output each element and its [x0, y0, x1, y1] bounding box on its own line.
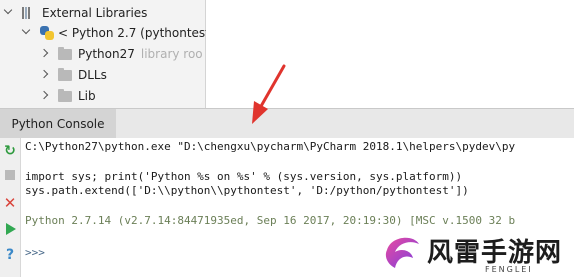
watermark-text: 风雷手游网 — [427, 238, 563, 268]
tree-item-dlls[interactable]: DLLs — [40, 64, 107, 86]
tree-item-external-libraries[interactable]: External Libraries — [4, 2, 147, 24]
help-icon[interactable]: ? — [3, 248, 17, 262]
chevron-right-icon[interactable] — [40, 49, 50, 59]
tree-item-label: Python27 — [78, 47, 135, 61]
watermark-subtext: FENGLEI — [485, 265, 533, 274]
tree-item-label: < Python 2.7 (pythontest — [58, 26, 210, 40]
tree-item-suffix: library roo — [140, 47, 203, 61]
console-toolbar: ↻ ✕ ? — [0, 138, 21, 277]
stop-icon[interactable] — [3, 168, 17, 182]
chevron-down-icon[interactable] — [4, 8, 14, 18]
console-header: Python Console — [0, 108, 574, 140]
editor-area[interactable] — [206, 0, 574, 108]
tree-item-label: Lib — [78, 89, 96, 103]
watermark-logo-icon — [385, 237, 419, 268]
console-line: sys.path.extend(['D:\\python\\pythontest… — [25, 184, 469, 197]
rerun-icon[interactable]: ↻ — [3, 144, 17, 158]
folder-icon — [58, 88, 72, 102]
chevron-down-icon[interactable] — [22, 28, 32, 38]
library-icon — [22, 7, 36, 19]
tree-item-lib[interactable]: Lib — [40, 85, 96, 107]
project-tree: External Libraries < Python 2.7 (pythont… — [0, 0, 574, 108]
tree-item-python-sdk[interactable]: < Python 2.7 (pythontest — [22, 22, 210, 44]
console-line: import sys; print('Python %s on %s' % (s… — [25, 170, 463, 183]
console-line: C:\Python27\python.exe "D:\chengxu\pycha… — [25, 140, 516, 153]
tab-python-console[interactable]: Python Console — [0, 109, 116, 139]
watermark: 风雷手游网 FENGLEI — [381, 228, 571, 276]
folder-icon — [58, 67, 72, 81]
folder-icon — [58, 46, 72, 60]
chevron-right-icon[interactable] — [40, 91, 50, 101]
console-prompt[interactable]: >>> — [25, 246, 45, 259]
tree-item-label: External Libraries — [42, 6, 148, 20]
run-icon[interactable] — [3, 222, 17, 236]
close-icon[interactable]: ✕ — [3, 196, 17, 211]
tree-item-python27[interactable]: Python27 library roo — [40, 43, 203, 65]
chevron-right-icon[interactable] — [40, 70, 50, 80]
project-tree-panel: External Libraries < Python 2.7 (pythont… — [0, 0, 210, 108]
console-line-version: Python 2.7.14 (v2.7.14:84471935ed, Sep 1… — [25, 214, 516, 227]
tree-item-label: DLLs — [78, 68, 107, 82]
python-icon — [40, 26, 54, 40]
